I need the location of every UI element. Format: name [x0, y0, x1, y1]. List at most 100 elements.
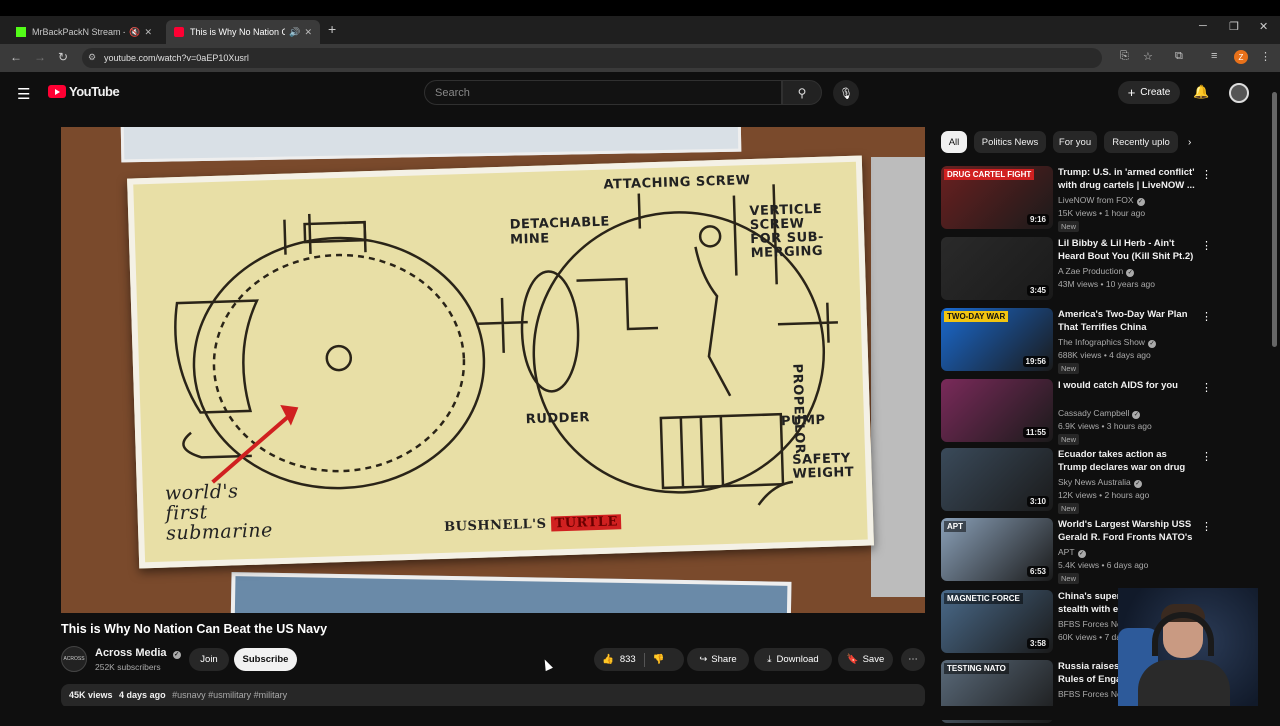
- video-thumbnail[interactable]: DRUG CARTEL FIGHT 9:16: [941, 166, 1053, 229]
- label-detachable-mine: DETACHABLE MINE: [509, 214, 611, 248]
- create-button[interactable]: + Create: [1118, 81, 1180, 104]
- download-button[interactable]: ⤓ Download: [754, 648, 832, 671]
- download-icon: ⤓: [767, 654, 772, 665]
- video-player[interactable]: ATTACHING SCREW DETACHABLE MINE VERTICLE…: [61, 127, 925, 613]
- voice-search-button[interactable]: 🎙: [833, 80, 859, 106]
- thumbs-down-icon: 👎: [652, 654, 665, 665]
- site-info-icon[interactable]: ⚙: [88, 52, 96, 63]
- mute-icon[interactable]: 🔇: [129, 27, 140, 38]
- description-box[interactable]: 45K views 4 days ago #usnavy #usmilitary…: [61, 684, 925, 708]
- video-thumbnail[interactable]: TWO-DAY WAR 19:56: [941, 308, 1053, 371]
- browser-tab-youtube[interactable]: This is Why No Nation Can 🔊 ✕: [166, 20, 320, 44]
- new-tab-button[interactable]: +: [328, 21, 336, 37]
- recommended-title[interactable]: I would catch AIDS for you: [1058, 379, 1198, 392]
- more-options-icon[interactable]: ⋮: [1201, 520, 1212, 533]
- new-badge: New: [1058, 363, 1080, 374]
- video-thumbnail[interactable]: 3:10: [941, 448, 1053, 511]
- audio-playing-icon[interactable]: 🔊: [289, 27, 300, 38]
- close-tab-icon[interactable]: ✕: [304, 27, 312, 38]
- search-button[interactable]: ⚲: [782, 80, 822, 105]
- recommended-video[interactable]: 3:10 Ecuador takes action as Trump declar…: [941, 448, 1241, 514]
- channel-name[interactable]: Across Media ✓: [95, 647, 181, 659]
- more-options-icon[interactable]: ⋮: [1201, 168, 1212, 181]
- video-thumbnail[interactable]: 3:45: [941, 237, 1053, 300]
- save-button[interactable]: 🔖 Save: [838, 648, 893, 671]
- save-label: Save: [862, 654, 885, 665]
- verified-icon: ✓: [1147, 340, 1156, 348]
- channel-avatar[interactable]: ACROSS: [61, 646, 87, 672]
- recommended-meta: 43M views • 10 years ago: [1058, 279, 1155, 289]
- back-icon[interactable]: ←: [10, 50, 22, 64]
- channel-text: LiveNOW from FOX: [1058, 195, 1134, 205]
- share-button[interactable]: ↪ Share: [687, 648, 749, 671]
- account-avatar[interactable]: [1229, 83, 1249, 103]
- close-tab-icon[interactable]: ✕: [144, 27, 152, 38]
- logo-text: YouTube: [69, 84, 120, 99]
- chip-recently-uploaded[interactable]: Recently uplo: [1104, 131, 1178, 153]
- recommended-channel[interactable]: LiveNOW from FOX ✓: [1058, 195, 1145, 206]
- install-app-icon[interactable]: ⎘: [1120, 50, 1129, 63]
- minimize-icon[interactable]: ─: [1199, 20, 1207, 32]
- recommended-title[interactable]: World's Largest Warship USS Gerald R. Fo…: [1058, 518, 1198, 544]
- recommended-video[interactable]: DRUG CARTEL FIGHT 9:16 Trump: U.S. in 'arm…: [941, 166, 1241, 232]
- more-options-icon[interactable]: ⋮: [1201, 450, 1212, 463]
- recommended-meta: 5.4K views • 6 days ago: [1058, 560, 1149, 570]
- submarine-diagram-card: ATTACHING SCREW DETACHABLE MINE VERTICLE…: [127, 155, 874, 569]
- thumbnail-text: APT: [944, 521, 966, 532]
- recommended-channel[interactable]: A Zae Production ✓: [1058, 266, 1135, 277]
- recommended-channel[interactable]: The Infographics Show ✓: [1058, 337, 1156, 348]
- recommended-video[interactable]: 3:45 Lil Bibby & Lil Herb - Ain't Heard B…: [941, 237, 1241, 303]
- chevron-right-icon[interactable]: ›: [1188, 137, 1191, 148]
- maximize-icon[interactable]: ❐: [1229, 20, 1239, 33]
- bookmark-star-icon[interactable]: ☆: [1143, 50, 1153, 63]
- chip-for-you[interactable]: For you: [1053, 131, 1097, 153]
- channel-text: Cassady Campbell: [1058, 408, 1130, 418]
- search-input[interactable]: Search: [424, 80, 782, 105]
- youtube-favicon-icon: [174, 27, 184, 37]
- recommended-title[interactable]: America's Two-Day War Plan That Terrifie…: [1058, 308, 1198, 334]
- more-options-icon[interactable]: ⋮: [1201, 381, 1212, 394]
- extensions-icon[interactable]: ⧉: [1175, 50, 1183, 63]
- new-badge: New: [1058, 434, 1080, 445]
- media-control-icon[interactable]: ≡: [1211, 50, 1217, 62]
- label-bushnells: BUSHNELL'S: [443, 516, 547, 535]
- microphone-icon: 🎙: [839, 87, 853, 100]
- reload-icon[interactable]: ↻: [58, 50, 68, 64]
- scrollbar-thumb[interactable]: [1272, 92, 1277, 347]
- hashtags[interactable]: #usnavy #usmilitary #military: [172, 690, 287, 700]
- more-actions-button[interactable]: ⋯: [901, 648, 925, 671]
- video-thumbnail[interactable]: APT 6:53: [941, 518, 1053, 581]
- close-window-icon[interactable]: ✕: [1259, 20, 1268, 33]
- thumbnail-text: DRUG CARTEL FIGHT: [944, 169, 1035, 180]
- hamburger-menu-icon[interactable]: ☰: [17, 85, 30, 103]
- dislike-button[interactable]: 👎: [653, 654, 665, 665]
- recommended-video[interactable]: 11:55 I would catch AIDS for you Cassady C…: [941, 379, 1241, 445]
- label-verticle-screw: VERTICLE SCREW FOR SUB- MERGING: [749, 201, 825, 262]
- url-field[interactable]: ⚙ youtube.com/watch?v=0aEP10Xusrl: [82, 48, 1102, 68]
- browser-menu-icon[interactable]: ⋮: [1260, 50, 1271, 63]
- browser-profile-avatar[interactable]: Z: [1234, 50, 1248, 64]
- recommended-video[interactable]: APT 6:53 World's Largest Warship USS Geral…: [941, 518, 1241, 584]
- video-thumbnail[interactable]: MAGNETIC FORCE 3:58: [941, 590, 1053, 653]
- video-thumbnail[interactable]: 11:55: [941, 379, 1053, 442]
- join-button[interactable]: Join: [189, 648, 229, 671]
- recommended-title[interactable]: Lil Bibby & Lil Herb - Ain't Heard Bout …: [1058, 237, 1198, 263]
- recommended-title[interactable]: Ecuador takes action as Trump declares w…: [1058, 448, 1198, 474]
- forward-icon[interactable]: →: [34, 50, 46, 64]
- recommended-title[interactable]: Trump: U.S. in 'armed conflict' with dru…: [1058, 166, 1198, 192]
- url-text: youtube.com/watch?v=0aEP10Xusrl: [104, 53, 249, 63]
- like-button[interactable]: 👍 833: [602, 654, 636, 665]
- recommended-channel[interactable]: Cassady Campbell ✓: [1058, 408, 1141, 419]
- subscribe-button[interactable]: Subscribe: [234, 648, 297, 671]
- notifications-bell-icon[interactable]: 🔔: [1193, 84, 1209, 100]
- youtube-logo[interactable]: YouTube: [48, 84, 120, 99]
- recommended-channel[interactable]: APT ✓: [1058, 547, 1086, 558]
- more-options-icon[interactable]: ⋮: [1201, 310, 1212, 323]
- recommended-video[interactable]: TWO-DAY WAR 19:56 America's Two-Day War Pl…: [941, 308, 1241, 374]
- recommended-channel[interactable]: Sky News Australia ✓: [1058, 477, 1142, 488]
- chip-all[interactable]: All: [941, 131, 967, 153]
- chip-politics-news[interactable]: Politics News: [974, 131, 1046, 153]
- more-options-icon[interactable]: ⋮: [1201, 239, 1212, 252]
- browser-tab-stream[interactable]: MrBackPackN Stream - Wa 🔇 ✕: [8, 20, 160, 44]
- verified-icon: ✓: [1132, 411, 1141, 419]
